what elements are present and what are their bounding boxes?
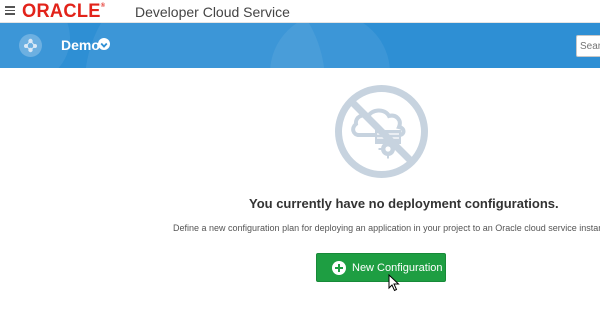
registered-mark: ® [100,3,106,9]
new-configuration-button[interactable]: New Configuration [316,253,446,282]
chevron-down-icon[interactable] [98,38,110,50]
plus-circle-icon [332,260,346,275]
hamburger-menu-icon[interactable] [5,6,15,15]
no-deployment-icon [333,83,430,180]
project-bar: Demo [0,23,600,68]
project-icon [19,34,42,57]
project-name[interactable]: Demo [61,37,100,53]
oracle-logo[interactable]: ORACLE® [22,1,105,23]
empty-state-description: Define a new configuration plan for depl… [173,223,600,233]
top-bar: ORACLE® Developer Cloud Service [0,0,600,23]
product-name: Developer Cloud Service [135,4,290,20]
empty-state-title: You currently have no deployment configu… [249,196,559,211]
new-configuration-label: New Configuration [352,261,443,274]
brand-text: ORACLE [22,1,101,22]
search-input[interactable] [576,35,600,57]
page: ORACLE® Developer Cloud Service Demo Sea… [0,0,600,326]
